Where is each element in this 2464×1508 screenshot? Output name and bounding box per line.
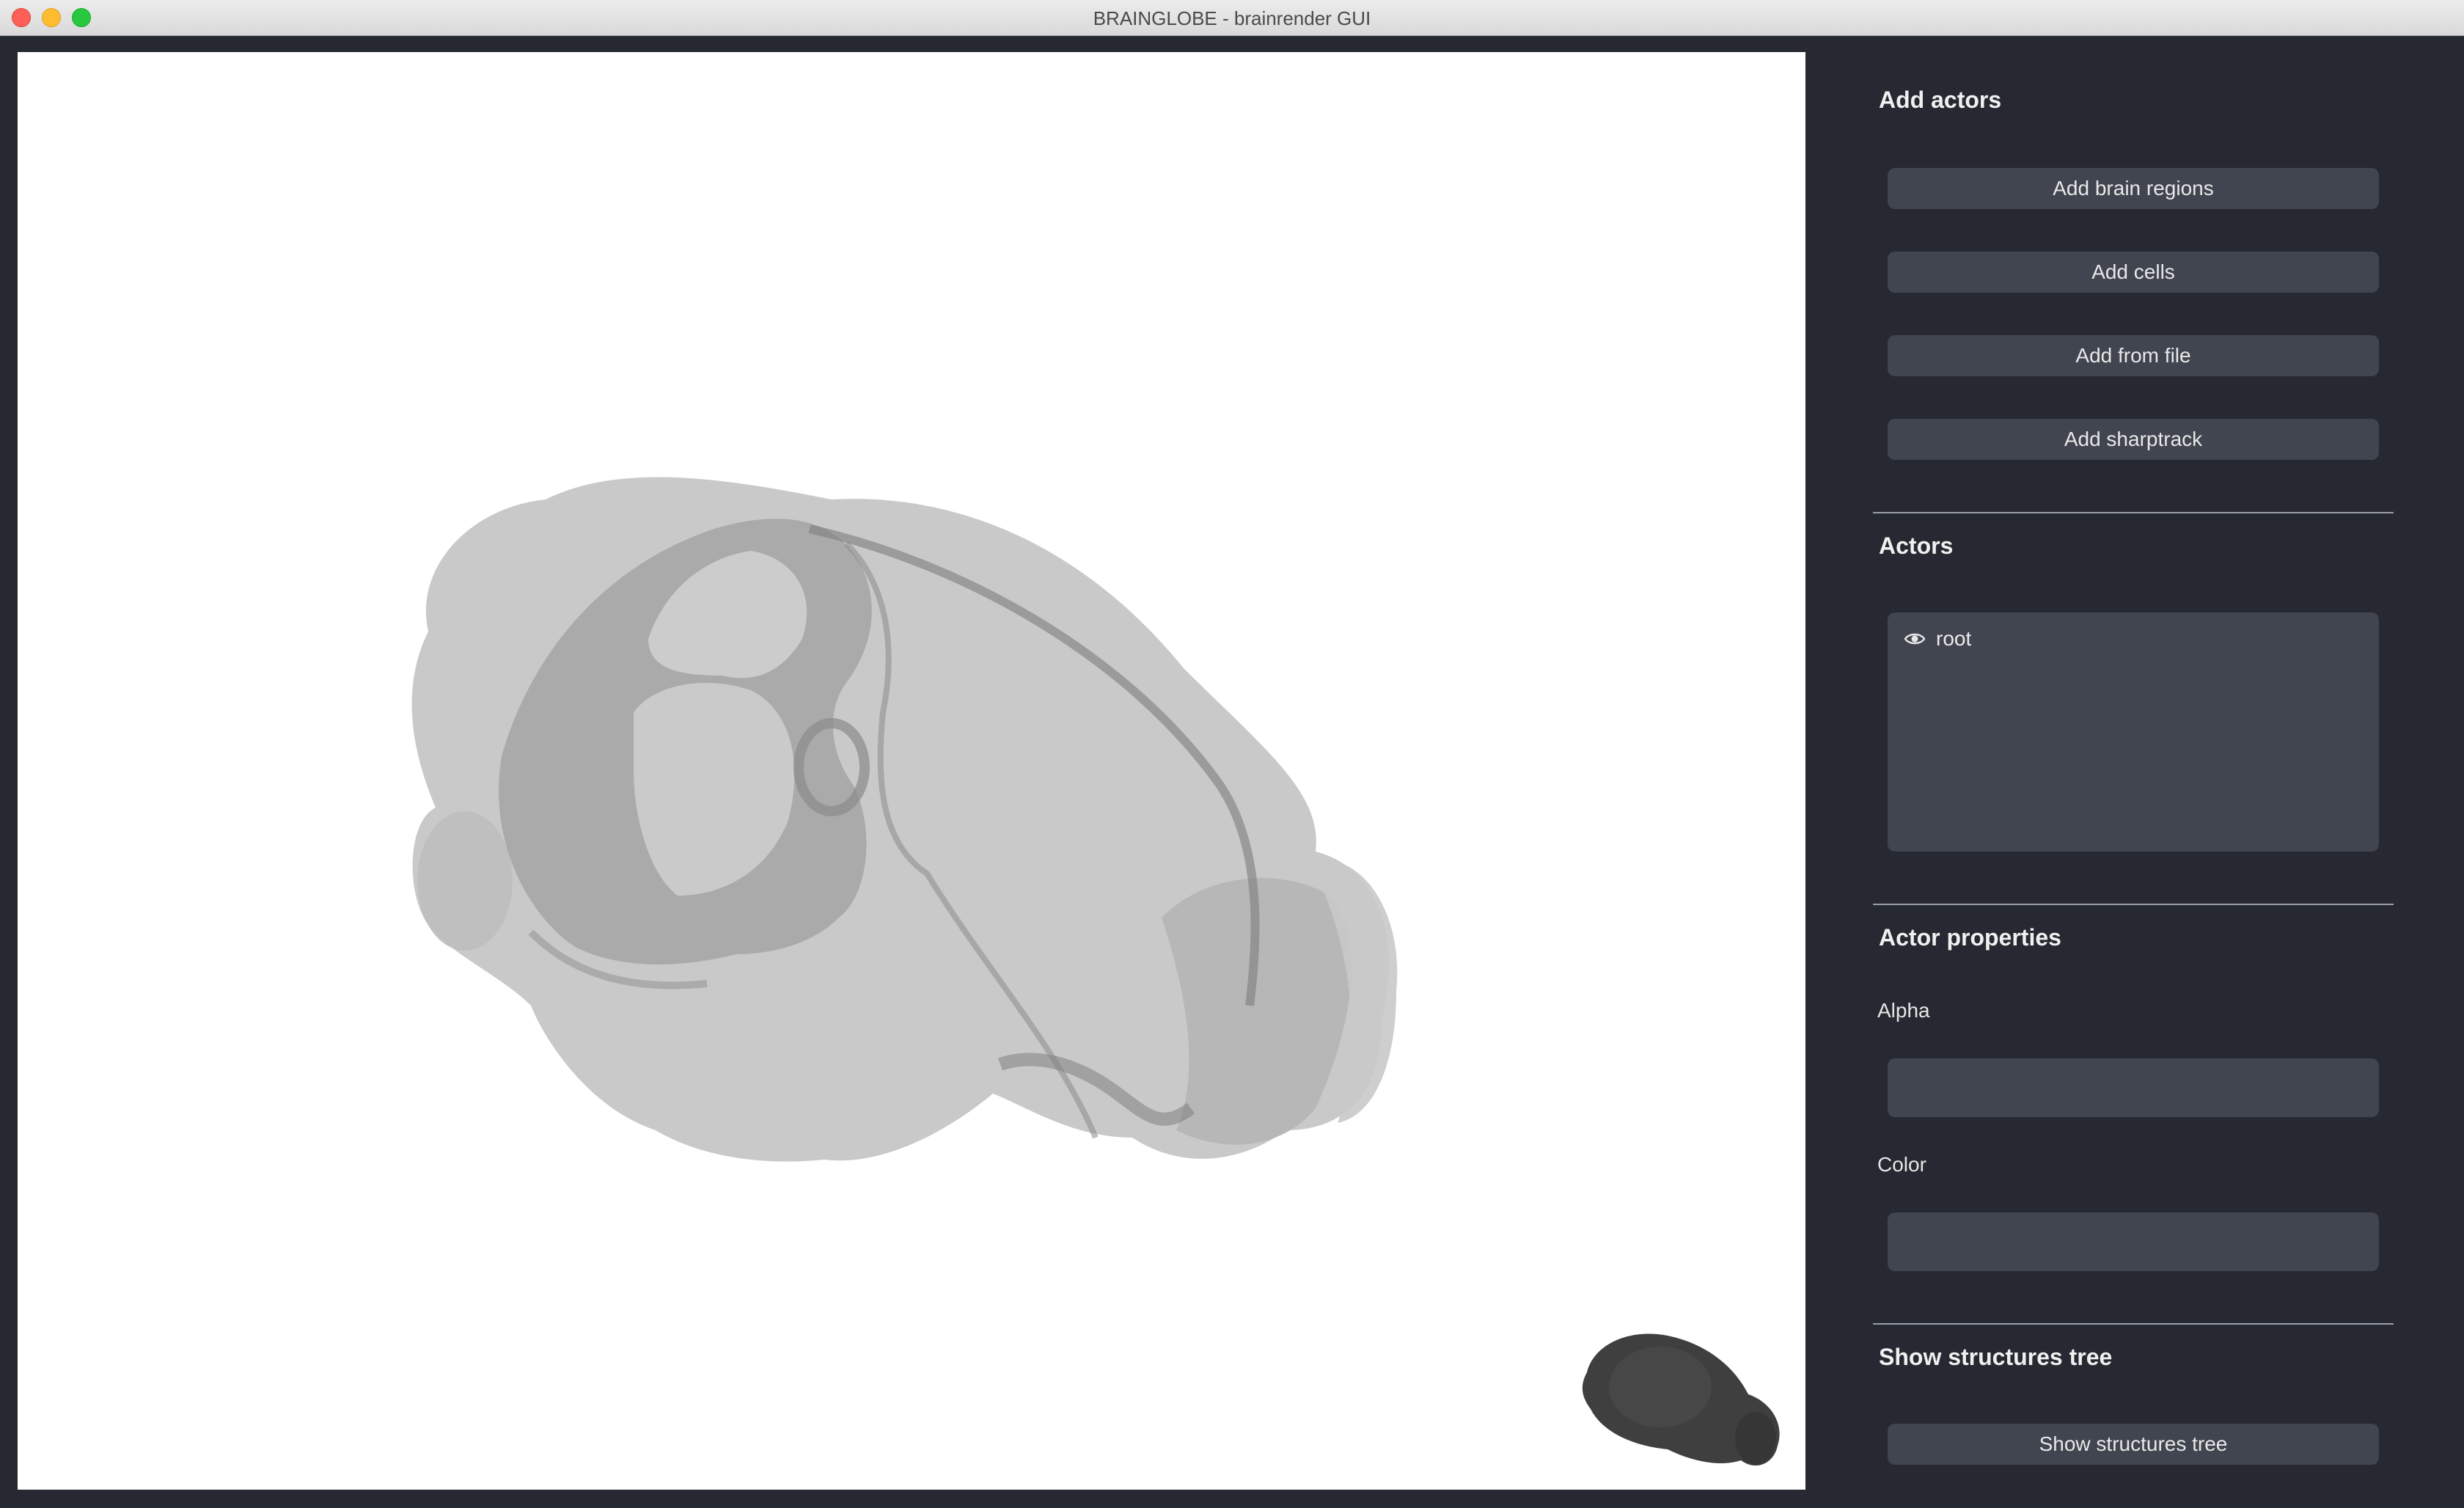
3d-render-viewport[interactable] xyxy=(18,52,1805,1490)
title-bar: BRAINGLOBE - brainrender GUI xyxy=(0,0,2464,36)
alpha-field[interactable] xyxy=(1888,1058,2379,1117)
actors-title: Actors xyxy=(1879,532,1954,559)
color-field[interactable] xyxy=(1888,1212,2379,1271)
window-title: BRAINGLOBE - brainrender GUI xyxy=(1093,7,1371,29)
actors-list[interactable]: root xyxy=(1888,612,2379,852)
color-label: Color xyxy=(1877,1153,1926,1176)
add-actors-title: Add actors xyxy=(1879,87,2002,113)
add-sharptrack-button[interactable]: Add sharptrack xyxy=(1888,419,2379,460)
divider xyxy=(1873,904,2394,905)
eye-icon[interactable] xyxy=(1904,631,1926,647)
divider xyxy=(1873,1323,2394,1325)
structures-tree-title: Show structures tree xyxy=(1879,1344,2113,1370)
brain-render xyxy=(411,477,1780,1466)
orientation-marker xyxy=(1582,1333,1780,1466)
actor-item-root[interactable]: root xyxy=(1904,624,1971,654)
brain-mesh xyxy=(411,477,1398,1162)
divider xyxy=(1873,512,2394,513)
add-from-file-button[interactable]: Add from file xyxy=(1888,335,2379,376)
show-structures-tree-button[interactable]: Show structures tree xyxy=(1888,1424,2379,1465)
actor-properties-title: Actor properties xyxy=(1879,924,2061,951)
add-brain-regions-button[interactable]: Add brain regions xyxy=(1888,168,2379,209)
alpha-label: Alpha xyxy=(1877,999,1930,1022)
actor-name: root xyxy=(1936,627,1972,650)
control-panel: Add actors Add brain regions Add cells A… xyxy=(1805,35,2464,1508)
add-cells-button[interactable]: Add cells xyxy=(1888,252,2379,293)
